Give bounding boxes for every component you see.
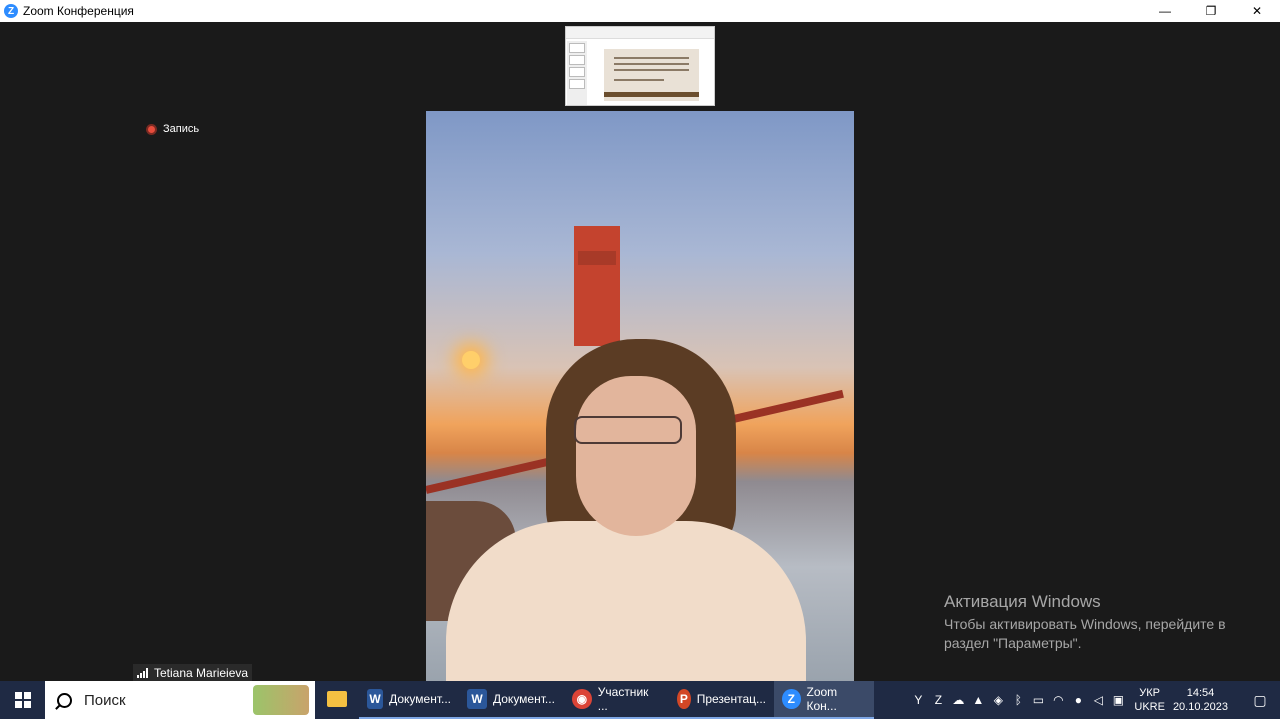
wifi-icon[interactable]: ◠: [1048, 681, 1068, 719]
close-button[interactable]: ✕: [1234, 0, 1280, 22]
zoom-app-icon: Z: [4, 4, 18, 18]
microphone-icon[interactable]: ●: [1068, 681, 1088, 719]
windows-logo-icon: [14, 692, 31, 708]
recording-indicator: Запись: [146, 123, 199, 135]
signal-icon: [137, 667, 149, 678]
participant-name-tag: Tetiana Marieieva: [133, 664, 253, 681]
volume-icon[interactable]: ◁: [1088, 681, 1108, 719]
taskbar-item-word-1[interactable]: W Документ...: [359, 681, 459, 719]
maximize-button[interactable]: ❐: [1188, 0, 1234, 22]
language-line-2: UKRE: [1134, 701, 1165, 713]
start-button[interactable]: [0, 681, 45, 719]
yandex-icon[interactable]: Y: [908, 681, 928, 719]
taskbar-search[interactable]: Поиск: [45, 681, 315, 719]
notification-icon[interactable]: ▢: [1240, 681, 1280, 719]
taskbar-explorer[interactable]: [315, 681, 359, 719]
powerpoint-icon: P: [677, 689, 691, 709]
video-sun: [462, 351, 480, 369]
word-icon: W: [467, 689, 487, 709]
participant-glasses: [574, 416, 682, 444]
recording-label: Запись: [163, 123, 200, 135]
title-bar: Z Zoom Конференция — ❐ ✕: [0, 0, 1280, 22]
activation-heading: Активация Windows: [944, 592, 1101, 611]
system-tray: Y Z ☁ ▲ ◈ ᛒ ▭ ◠ ● ◁ ▣ УКР UKRE 14:54 20.…: [908, 681, 1280, 719]
bluetooth-icon[interactable]: ᛒ: [1008, 681, 1028, 719]
record-icon: [146, 123, 157, 135]
participant-face: [576, 376, 696, 536]
taskbar: Поиск W Документ... W Документ... ◉ Учас…: [0, 681, 1280, 719]
clock[interactable]: 14:54 20.10.2023: [1173, 686, 1228, 714]
security-icon[interactable]: ◈: [988, 681, 1008, 719]
thumbnail-ribbon: [566, 27, 714, 39]
zoom-tray-icon[interactable]: Z: [928, 681, 948, 719]
word-icon: W: [367, 689, 384, 709]
taskbar-item-label: Zoom Кон...: [806, 685, 838, 713]
zoom-icon: Z: [782, 689, 801, 709]
search-placeholder: Поиск: [84, 691, 126, 709]
activation-text: Чтобы активировать Windows, перейдите в …: [944, 616, 1226, 651]
shared-screen-thumbnail[interactable]: [565, 26, 715, 106]
cloud-icon[interactable]: ☁: [948, 681, 968, 719]
thumbnail-slide-list: [567, 41, 587, 105]
taskbar-item-chrome[interactable]: ◉ Участник ...: [564, 681, 669, 719]
clock-date: 20.10.2023: [1172, 701, 1228, 713]
folder-icon: [327, 691, 347, 707]
window-controls: — ❐ ✕: [1142, 0, 1280, 22]
clock-time: 14:54: [1186, 687, 1215, 699]
thumbnail-slide: [604, 49, 699, 101]
taskbar-item-word-2[interactable]: W Документ...: [459, 681, 564, 719]
participant-body: [446, 521, 806, 681]
taskbar-item-label: Документ...: [493, 692, 555, 706]
minimize-button[interactable]: —: [1142, 0, 1188, 22]
chrome-icon: ◉: [572, 689, 592, 709]
taskbar-item-label: Участник ...: [597, 685, 649, 713]
taskbar-item-label: Презентац...: [696, 692, 766, 706]
windows-activation-watermark: Активация Windows Чтобы активировать Win…: [944, 592, 1244, 653]
search-icon: [57, 692, 72, 708]
taskbar-item-powerpoint[interactable]: P Презентац...: [669, 681, 774, 719]
search-highlight-image: [253, 685, 309, 715]
language-indicator[interactable]: УКР UKRE: [1134, 686, 1165, 714]
taskbar-item-label: Документ...: [389, 692, 451, 706]
language-line-1: УКР: [1139, 687, 1161, 699]
avast-icon[interactable]: ▲: [968, 681, 988, 719]
camera-icon[interactable]: ▣: [1108, 681, 1128, 719]
window-title: Zoom Конференция: [23, 4, 134, 18]
meeting-view: Запись Tetiana Marieieva Активация Windo…: [0, 22, 1280, 681]
participant-name: Tetiana Marieieva: [154, 665, 249, 680]
participant-video[interactable]: [426, 111, 854, 681]
bridge-tower: [574, 226, 620, 346]
taskbar-item-zoom[interactable]: Z Zoom Кон...: [774, 681, 874, 719]
battery-icon[interactable]: ▭: [1028, 681, 1048, 719]
